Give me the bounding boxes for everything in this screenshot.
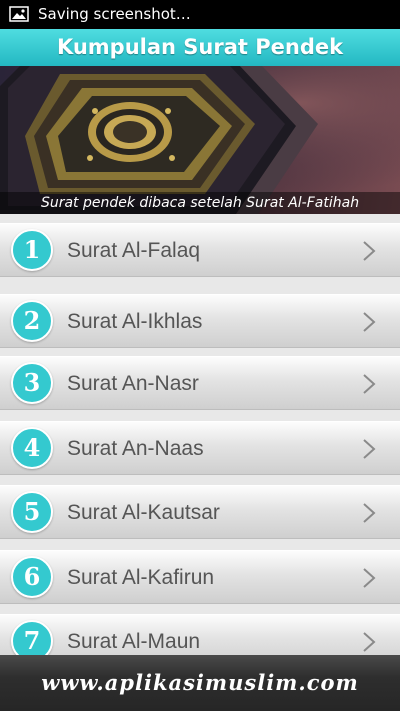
status-bar: Saving screenshot… — [0, 0, 400, 29]
number-badge: 5 — [11, 491, 53, 533]
chevron-right-icon — [363, 439, 376, 459]
chevron-right-icon — [363, 568, 376, 588]
number-badge: 7 — [11, 620, 53, 655]
number-badge: 3 — [11, 362, 53, 404]
chevron-right-icon — [363, 503, 376, 523]
number-badge: 1 — [11, 229, 53, 271]
list-item-label: Surat Al-Kafirun — [67, 566, 215, 589]
image-icon — [9, 6, 29, 22]
list-item-label: Surat Al-Kautsar — [67, 501, 220, 524]
list-item-label: Surat An-Naas — [67, 437, 204, 460]
list-item-al-kautsar[interactable]: 5 Surat Al-Kautsar — [0, 485, 400, 539]
list-item-label: Surat Al-Ikhlas — [67, 310, 203, 333]
chevron-right-icon — [363, 632, 376, 652]
number-badge: 6 — [11, 556, 53, 598]
chevron-right-icon — [363, 374, 376, 394]
chevron-right-icon — [363, 241, 376, 261]
number-badge: 4 — [11, 427, 53, 469]
list-item-al-kafirun[interactable]: 6 Surat Al-Kafirun — [0, 550, 400, 604]
list-item-an-nasr[interactable]: 3 Surat An-Nasr — [0, 356, 400, 410]
list-item-label: Surat Al-Maun — [67, 630, 201, 653]
surah-list: 1 Surat Al-Falaq 2 Surat Al-Ikhlas 3 Sur… — [0, 214, 400, 655]
list-item-al-falaq[interactable]: 1 Surat Al-Falaq — [0, 223, 400, 277]
list-item-label: Surat An-Nasr — [67, 372, 199, 395]
status-text: Saving screenshot… — [38, 5, 191, 23]
list-item-al-ikhlas[interactable]: 2 Surat Al-Ikhlas — [0, 294, 400, 348]
app-title: Kumpulan Surat Pendek — [0, 29, 400, 66]
list-item-an-naas[interactable]: 4 Surat An-Naas — [0, 421, 400, 475]
footer-website: www.aplikasimuslim.com — [0, 655, 400, 711]
banner-caption: Surat pendek dibaca setelah Surat Al-Fat… — [0, 192, 400, 214]
chevron-right-icon — [363, 312, 376, 332]
list-item-label: Surat Al-Falaq — [67, 239, 201, 262]
number-badge: 2 — [11, 300, 53, 342]
list-item-al-maun[interactable]: 7 Surat Al-Maun — [0, 614, 400, 655]
